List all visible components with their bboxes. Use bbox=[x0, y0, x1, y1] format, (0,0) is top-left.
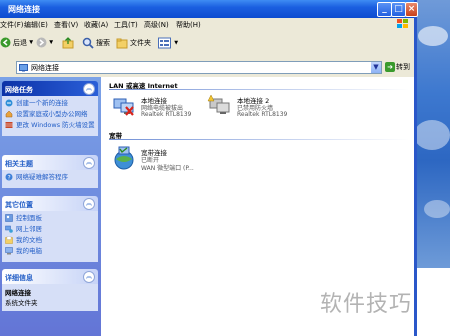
search-button[interactable]: 搜索 bbox=[82, 37, 110, 51]
see-also-panel: 相关主题 ︽ ? 网络疑难解答程序 bbox=[2, 155, 98, 188]
forward-button[interactable]: ▼ bbox=[36, 37, 53, 51]
window-title: 网络连接 bbox=[8, 5, 40, 14]
details-panel: 详细信息 ︽ 网络连接 系统文件夹 bbox=[2, 269, 98, 311]
maximize-button[interactable]: □ bbox=[391, 2, 406, 17]
views-icon bbox=[158, 37, 171, 49]
menu-help[interactable]: 帮助(H) bbox=[176, 20, 201, 30]
task-network-troubleshooter[interactable]: ? 网络疑难解答程序 bbox=[5, 173, 95, 183]
go-arrow-icon: ➜ bbox=[385, 62, 395, 72]
my-documents-icon bbox=[5, 236, 13, 244]
see-also-header[interactable]: 相关主题 ︽ bbox=[2, 155, 98, 170]
menu-edit[interactable]: 编辑(E) bbox=[24, 20, 48, 30]
svg-text:?: ? bbox=[8, 174, 11, 181]
watermark-text: 软件技巧 bbox=[320, 292, 413, 317]
control-panel-icon bbox=[5, 214, 13, 222]
search-icon bbox=[82, 37, 94, 49]
close-button[interactable]: × bbox=[405, 2, 418, 17]
details-name: 网络连接 bbox=[5, 289, 31, 297]
up-folder-button[interactable] bbox=[62, 37, 74, 51]
task-change-firewall[interactable]: 更改 Windows 防火墙设置 bbox=[5, 121, 95, 131]
other-places-header[interactable]: 其它位置 ︽ bbox=[2, 196, 98, 211]
place-my-documents[interactable]: 我的文档 bbox=[5, 236, 95, 246]
title-bar[interactable]: 网络连接 _ □ × bbox=[0, 0, 418, 18]
task-pane: 网络任务 ︽ 创建一个新的连接 设置家庭或小型办公网络 更改 Windows 防… bbox=[0, 77, 101, 336]
back-button[interactable]: 后退 ▼ bbox=[0, 37, 33, 51]
home-network-icon bbox=[5, 110, 13, 118]
menu-bar: 文件(F) 编辑(E) 查看(V) 收藏(A) 工具(T) 高级(N) 帮助(H… bbox=[0, 18, 414, 32]
menu-file[interactable]: 文件(F) bbox=[0, 20, 24, 30]
network-tasks-header[interactable]: 网络任务 ︽ bbox=[2, 81, 98, 96]
toolbar: 后退 ▼ ▼ 搜索 文件夹 ▼ bbox=[0, 31, 414, 58]
place-network-places[interactable]: 网上邻居 bbox=[5, 225, 95, 235]
menu-tools[interactable]: 工具(T) bbox=[114, 20, 138, 30]
up-folder-icon bbox=[62, 37, 74, 49]
minimize-button[interactable]: _ bbox=[377, 2, 392, 17]
details-type: 系统文件夹 bbox=[5, 299, 38, 307]
collapse-chevron-icon[interactable]: ︽ bbox=[83, 198, 95, 210]
address-input[interactable]: 网络连接 ▼ bbox=[16, 61, 382, 74]
forward-arrow-icon bbox=[36, 37, 47, 48]
network-folder-icon bbox=[19, 64, 28, 72]
my-computer-icon bbox=[5, 247, 13, 255]
new-connection-icon bbox=[5, 99, 13, 107]
lan-disconnected-icon bbox=[113, 98, 134, 116]
task-setup-home-network[interactable]: 设置家庭或小型办公网络 bbox=[5, 110, 95, 120]
collapse-chevron-icon[interactable]: ︽ bbox=[83, 271, 95, 283]
connection-item[interactable]: 本地连接 2 已禁用防火墙 Realtek RTL8139 bbox=[207, 93, 317, 123]
collapse-chevron-icon[interactable]: ︽ bbox=[83, 83, 95, 95]
address-dropdown-button[interactable]: ▼ bbox=[371, 62, 381, 73]
folders-icon bbox=[116, 38, 128, 49]
network-places-icon bbox=[5, 225, 13, 233]
lan-disabled-icon bbox=[207, 94, 230, 114]
network-tasks-panel: 网络任务 ︽ 创建一个新的连接 设置家庭或小型办公网络 更改 Windows 防… bbox=[2, 81, 98, 136]
place-my-computer[interactable]: 我的电脑 bbox=[5, 247, 95, 257]
broadband-connection-icon bbox=[114, 146, 134, 170]
connection-item[interactable]: 宽带连接 已断开 WAN 微型端口 (P... bbox=[111, 145, 221, 175]
folders-button[interactable]: 文件夹 bbox=[116, 37, 151, 51]
details-header[interactable]: 详细信息 ︽ bbox=[2, 269, 98, 284]
group-broadband-divider bbox=[109, 139, 409, 140]
back-arrow-icon bbox=[0, 37, 11, 48]
task-create-connection[interactable]: 创建一个新的连接 bbox=[5, 99, 95, 109]
help-icon: ? bbox=[5, 173, 13, 181]
collapse-chevron-icon[interactable]: ︽ bbox=[83, 157, 95, 169]
desktop-background bbox=[414, 0, 450, 268]
views-button[interactable]: ▼ bbox=[158, 37, 178, 51]
menu-advanced[interactable]: 高级(N) bbox=[144, 20, 169, 30]
firewall-icon bbox=[5, 122, 13, 128]
connection-item[interactable]: 本地连接 网络电缆被拔出 Realtek RTL8139 bbox=[111, 93, 221, 123]
windows-logo-icon bbox=[397, 19, 408, 28]
place-control-panel[interactable]: 控制面板 bbox=[5, 214, 95, 224]
go-button[interactable]: ➜ 转到 bbox=[385, 62, 410, 72]
group-lan-divider bbox=[109, 89, 409, 90]
menu-view[interactable]: 查看(V) bbox=[54, 20, 78, 30]
other-places-panel: 其它位置 ︽ 控制面板 网上邻居 我的文档 我的电脑 bbox=[2, 196, 98, 262]
address-bar: 网络连接 ▼ ➜ 转到 bbox=[0, 57, 414, 78]
menu-favorites[interactable]: 收藏(A) bbox=[84, 20, 108, 30]
